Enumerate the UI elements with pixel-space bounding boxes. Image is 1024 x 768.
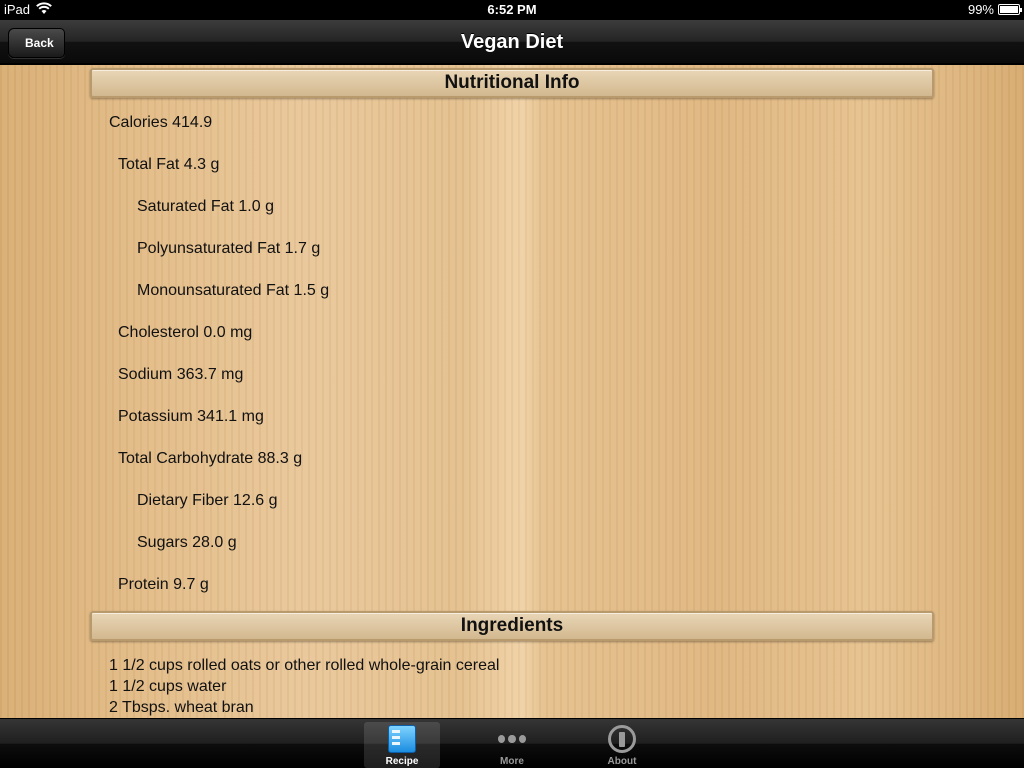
nutrition-item: Monounsaturated Fat 1.5 g (137, 282, 330, 299)
nutritional-info-header: Nutritional Info (90, 68, 934, 98)
battery-fill (1000, 6, 1018, 13)
status-bar: iPad 6:52 PM 99% (0, 0, 1024, 20)
navigation-bar: Back Vegan Diet (0, 20, 1024, 64)
page-title: Vegan Diet (460, 31, 564, 53)
tab-more[interactable]: More (474, 722, 550, 768)
tab-about[interactable]: About (584, 722, 660, 768)
tab-more-label: More (500, 756, 524, 767)
info-icon (608, 725, 636, 753)
nutrition-item: Sugars 28.0 g (137, 534, 237, 551)
battery-percent: 99% (967, 2, 994, 17)
nutrition-item: Total Fat 4.3 g (118, 156, 220, 173)
tab-about-label: About (607, 756, 637, 767)
tab-bar: Recipe More About (0, 718, 1024, 768)
ingredients-header: Ingredients (90, 611, 934, 641)
recipe-icon (388, 725, 416, 753)
nutrition-item: Dietary Fiber 12.6 g (137, 492, 278, 509)
nutrition-item: Saturated Fat 1.0 g (137, 198, 274, 215)
clock: 6:52 PM (487, 2, 537, 17)
ingredient-item: 1 1/2 cups water (109, 678, 227, 695)
tab-recipe[interactable]: Recipe (364, 722, 440, 768)
nutrition-item: Cholesterol 0.0 mg (118, 324, 253, 341)
nutrition-item: Polyunsaturated Fat 1.7 g (137, 240, 321, 257)
nutrition-item: Protein 9.7 g (118, 576, 209, 593)
ingredient-item: 2 Tbsps. wheat bran (109, 699, 254, 716)
nutrition-item: Potassium 341.1 mg (118, 408, 264, 425)
nutrition-item: Calories 414.9 (109, 114, 213, 131)
recipe-content[interactable]: Nutritional Info Calories 414.9 Total Fat… (0, 65, 1024, 718)
nutrition-item: Total Carbohydrate 88.3 g (118, 450, 303, 467)
battery-icon (998, 4, 1022, 15)
more-icon (498, 725, 526, 753)
tab-recipe-label: Recipe (385, 756, 419, 767)
ingredient-item: 1 1/2 cups rolled oats or other rolled w… (109, 657, 500, 674)
nutrition-item: Sodium 363.7 mg (118, 366, 244, 383)
